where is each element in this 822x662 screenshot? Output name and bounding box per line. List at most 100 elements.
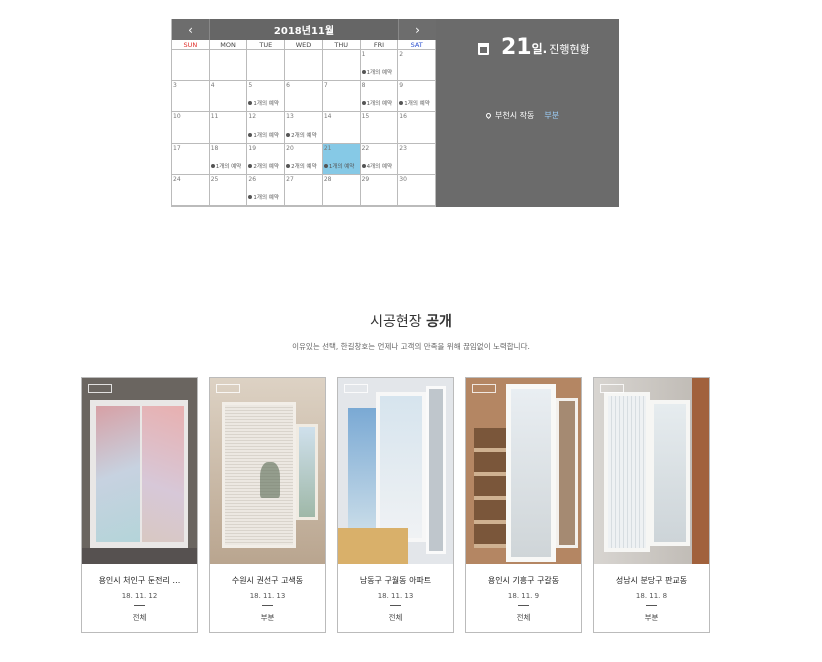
day-number: 17 <box>173 144 181 152</box>
calendar-day-cell[interactable]: 20 2개의 예약 <box>285 143 323 175</box>
calendar-day-cell-today[interactable]: 21 1개의 예약 <box>322 143 361 175</box>
reservation-text: 1개의 예약 <box>215 163 242 170</box>
calendar-day-cell[interactable]: 24 <box>172 174 210 206</box>
project-date: 18. 11. 13 <box>249 592 286 600</box>
calendar-day-cell[interactable]: 28 <box>322 174 361 206</box>
calendar-day-cell[interactable]: 6 <box>285 81 323 113</box>
calendar-day-cell <box>209 50 248 82</box>
section-title-bold: 공개 <box>426 314 452 330</box>
day-number: 10 <box>173 113 181 121</box>
calendar-day-cell[interactable]: 19 2개의 예약 <box>247 143 286 175</box>
project-category: 부분 <box>644 613 659 622</box>
day-number: 22 <box>361 144 370 152</box>
divider <box>646 605 657 606</box>
day-number: 15 <box>361 113 370 121</box>
reservation-text: 2개의 예약 <box>291 132 317 139</box>
calendar-day-cell[interactable]: 4 <box>209 81 248 113</box>
divider <box>390 605 401 606</box>
status-tag: 부분 <box>544 111 560 120</box>
project-title: 용인시 기흥구 구갈동 <box>487 576 560 585</box>
calendar-day-cell[interactable]: 7 <box>322 81 361 113</box>
watermark-logo <box>216 384 240 393</box>
day-number: 7 <box>323 82 328 90</box>
reservation-text: 2개의 예약 <box>291 163 317 170</box>
calendar-day-cell[interactable]: 17 <box>172 143 210 175</box>
project-photo <box>466 378 581 564</box>
project-card[interactable]: 용인시 기흥구 구갈동 18. 11. 9 전체 <box>465 377 582 633</box>
calendar-day-cell[interactable]: 11 <box>209 112 248 144</box>
watermark-logo <box>472 384 496 393</box>
calendar-day-cell[interactable]: 25 <box>209 174 248 206</box>
day-number: 30 <box>399 175 407 183</box>
bullet-icon <box>210 163 215 168</box>
bullet-icon <box>248 132 253 137</box>
calendar-day-cell[interactable]: 22 4개의 예약 <box>360 143 399 175</box>
weekday-label: WED <box>285 40 323 49</box>
section-title: 시공현장 공개 <box>0 311 822 331</box>
reservation-text: 1개의 예약 <box>366 101 393 108</box>
calendar-day-cell[interactable]: 29 <box>360 174 399 206</box>
calendar-day-cell[interactable]: 10 <box>172 112 210 144</box>
calendar-day-cell[interactable]: 3 <box>172 81 210 113</box>
day-number: 20 <box>286 144 294 152</box>
section-subtitle: 이유있는 선택, 한길창호는 언제나 고객의 만족을 위해 끊임없이 노력합니다… <box>292 342 530 351</box>
status-entry[interactable]: 부천시 작동 부분 <box>484 110 560 121</box>
calendar-day-cell[interactable]: 14 <box>322 112 361 144</box>
reservation-count: 2개의 예약 <box>248 162 279 170</box>
reservation-calendar-widget: ‹ 2018년11월 › SUN MON TUE WED THU FRI SAT… <box>171 19 619 207</box>
day-number: 3 <box>173 82 177 90</box>
reservation-count: 4개의 예약 <box>361 162 392 170</box>
next-month-button[interactable]: › <box>398 19 436 40</box>
day-number: 25 <box>210 175 219 183</box>
calendar-day-cell[interactable]: 5 1개의 예약 <box>247 81 286 113</box>
calendar-day-cell[interactable]: 30 <box>398 174 436 206</box>
prev-month-button[interactable]: ‹ <box>172 19 210 40</box>
project-card[interactable]: 수원시 권선구 고색동 18. 11. 13 부분 <box>209 377 326 633</box>
chevron-left-icon: ‹ <box>188 22 193 37</box>
calendar-day-cell[interactable]: 26 1개의 예약 <box>247 174 286 206</box>
reservation-count: 1개의 예약 <box>399 99 430 107</box>
calendar-day-cell[interactable]: 15 <box>360 112 399 144</box>
project-card[interactable]: 용인시 처인구 둔전리 … 18. 11. 12 전체 <box>81 377 198 633</box>
day-number: 26 <box>248 175 257 183</box>
reservation-text: 2개의 예약 <box>253 163 279 170</box>
watermark-logo <box>344 384 368 393</box>
weekday-label: SAT <box>398 40 437 49</box>
project-title: 수원시 권선구 고색동 <box>231 576 304 585</box>
section-title-light: 시공현장 <box>370 314 422 330</box>
day-number: 6 <box>286 82 290 90</box>
bullet-icon <box>248 101 253 106</box>
calendar-day-cell[interactable]: 13 2개의 예약 <box>285 112 323 144</box>
calendar-day-cell <box>285 50 323 82</box>
status-day-unit: 일. <box>531 42 548 56</box>
bullet-icon <box>286 132 291 137</box>
calendar-day-cell[interactable]: 16 <box>398 112 436 144</box>
project-date: 18. 11. 8 <box>635 592 668 600</box>
day-number: 5 <box>248 82 253 90</box>
calendar-day-cell[interactable]: 12 1개의 예약 <box>247 112 286 144</box>
calendar-day-cell[interactable]: 9 1개의 예약 <box>398 81 436 113</box>
day-number: 13 <box>286 113 294 121</box>
project-date: 18. 11. 12 <box>121 592 158 600</box>
reservation-count: 1개의 예약 <box>248 131 279 139</box>
calendar-day-cell[interactable]: 23 <box>398 143 436 175</box>
status-location: 부천시 작동 <box>495 111 535 120</box>
project-title: 성남시 분당구 판교동 <box>615 576 688 585</box>
day-number: 28 <box>323 175 332 183</box>
calendar-day-cell[interactable]: 8 1개의 예약 <box>360 81 399 113</box>
calendar-day-cell[interactable]: 18 1개의 예약 <box>209 143 248 175</box>
calendar-day-cell[interactable]: 1 1개의 예약 <box>360 50 399 82</box>
bullet-icon <box>361 70 366 75</box>
status-label: 진행현황 <box>549 43 590 56</box>
project-card[interactable]: 성남시 분당구 판교동 18. 11. 8 부분 <box>593 377 710 633</box>
reservation-count: 1개의 예약 <box>323 162 355 170</box>
calendar-day-cell[interactable]: 27 <box>285 174 323 206</box>
calendar-day-cell <box>322 50 361 82</box>
divider <box>134 605 145 606</box>
project-card[interactable]: 남동구 구월동 아파트 18. 11. 13 전체 <box>337 377 454 633</box>
day-number: 18 <box>210 144 219 152</box>
reservation-text: 1개의 예약 <box>328 163 355 170</box>
reservation-text: 1개의 예약 <box>253 194 279 201</box>
project-category: 전체 <box>388 613 403 622</box>
calendar-day-cell[interactable]: 2 <box>398 50 436 82</box>
